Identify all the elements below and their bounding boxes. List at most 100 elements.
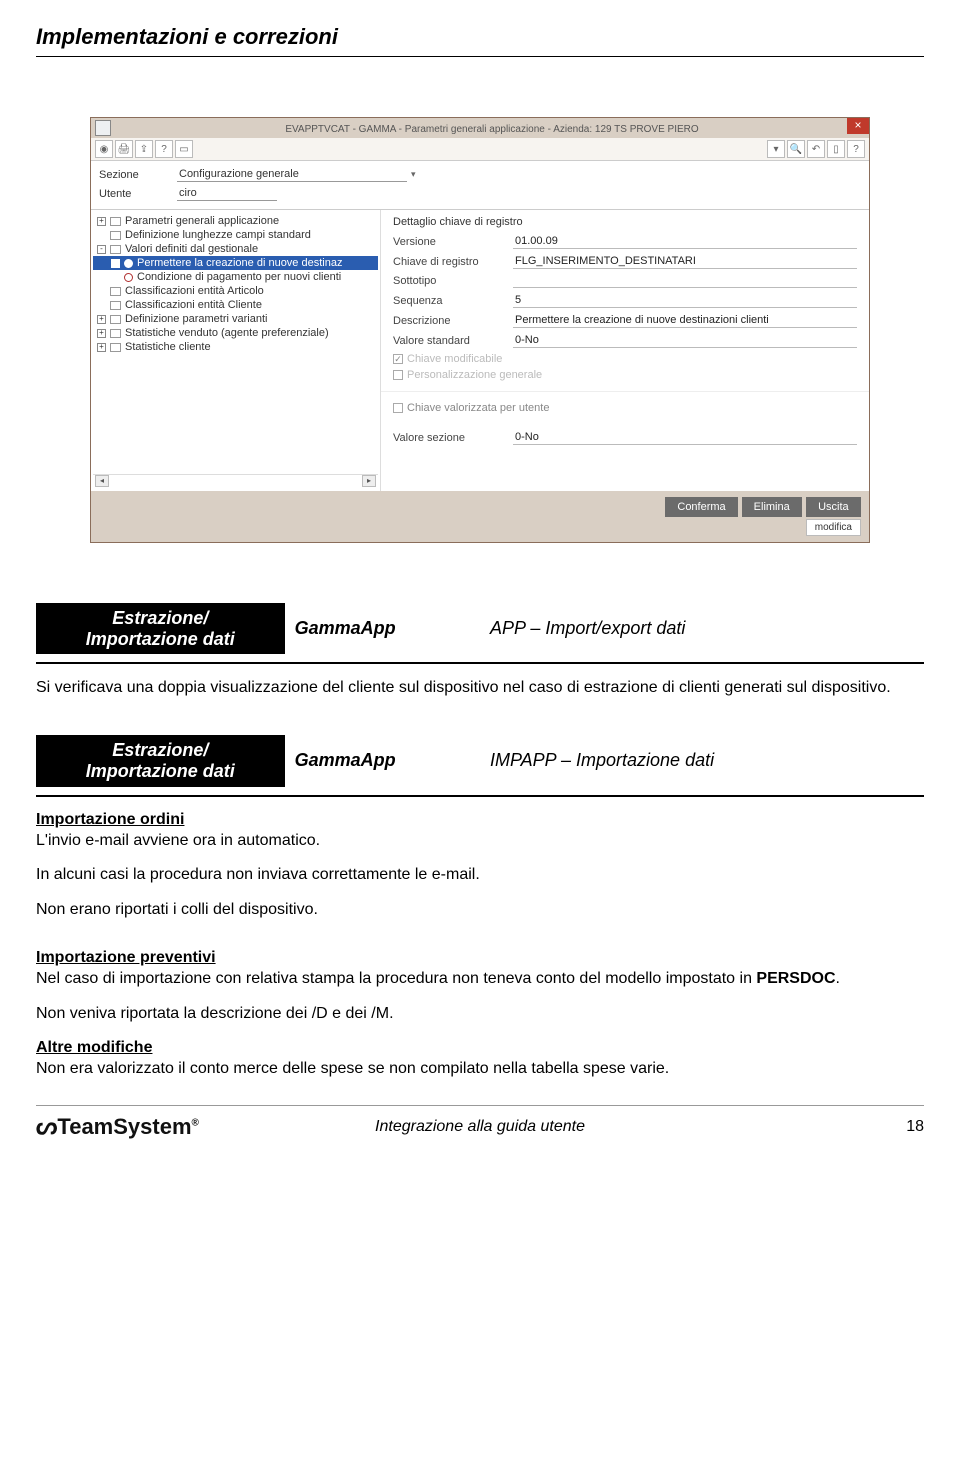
tree-item[interactable]: +Definizione parametri varianti (93, 312, 378, 326)
sub2-head: Importazione preventivi (36, 949, 924, 967)
undo-icon[interactable]: ↶ (807, 140, 825, 158)
footer-page-number: 18 (906, 1118, 924, 1136)
section1-col1: Estrazione/ Importazione dati (36, 603, 285, 654)
sub2-p2: Non veniva riportata la descrizione dei … (36, 1004, 924, 1025)
checkbox-icon (393, 354, 403, 364)
sottotipo-value (513, 274, 857, 288)
chiave-label: Chiave di registro (393, 256, 513, 268)
chiave-value: FLG_INSERIMENTO_DESTINATARI (513, 254, 857, 269)
chk-valorizzata[interactable]: Chiave valorizzata per utente (393, 402, 857, 414)
valore-std-label: Valore standard (393, 335, 513, 347)
sezione-label: Sezione (99, 169, 177, 181)
checkbox-icon (393, 370, 403, 380)
tree-item-label: Definizione lunghezze campi standard (125, 229, 311, 241)
page-footer: ᔕ TeamSystem® Integrazione alla guida ut… (36, 1105, 924, 1141)
help-icon[interactable]: ? (155, 140, 173, 158)
tree-item[interactable]: +Statistiche cliente (93, 340, 378, 354)
spacer-icon (111, 273, 120, 282)
close-icon[interactable] (847, 118, 869, 134)
expand-icon[interactable]: + (97, 329, 106, 338)
tree-item-label: Classificazioni entità Cliente (125, 299, 262, 311)
tree-item-label: Permettere la creazione di nuove destina… (137, 257, 342, 269)
window-titlebar: EVAPPTVCAT - GAMMA - Parametri generali … (91, 118, 869, 138)
section2-col1: Estrazione/ Importazione dati (36, 735, 285, 786)
valore-std-value: 0-No (513, 333, 857, 348)
folder-icon (110, 287, 121, 296)
conferma-button[interactable]: Conferma (665, 497, 737, 517)
section-heading-2: Estrazione/ Importazione dati GammaApp I… (36, 735, 924, 786)
print-icon[interactable]: 🖨 (115, 140, 133, 158)
tree-scrollbar[interactable]: ◂ ▸ (93, 474, 378, 487)
folder-icon (110, 245, 121, 254)
tree-item[interactable]: +Statistiche venduto (agente preferenzia… (93, 326, 378, 340)
help2-icon[interactable]: ? (847, 140, 865, 158)
sub3-head: Altre modifiche (36, 1039, 924, 1057)
sequenza-label: Sequenza (393, 295, 513, 307)
scroll-right-icon[interactable]: ▸ (362, 475, 376, 487)
section1-col3: APP – Import/export dati (480, 603, 924, 654)
section1-body: Si verificava una doppia visualizzazione… (36, 678, 924, 699)
sub1-head: Importazione ordini (36, 811, 924, 829)
expand-icon[interactable]: + (97, 217, 106, 226)
folder-icon (110, 301, 121, 310)
chk-personalizzazione: Personalizzazione generale (393, 369, 857, 381)
section1-col2: GammaApp (285, 603, 480, 654)
expand-icon[interactable]: + (97, 315, 106, 324)
expand-icon[interactable]: + (97, 343, 106, 352)
detail-heading: Dettaglio chiave di registro (393, 216, 857, 228)
tree-view: +Parametri generali applicazioneDefinizi… (91, 210, 381, 491)
sequenza-value: 5 (513, 293, 857, 308)
elimina-button[interactable]: Elimina (742, 497, 802, 517)
descrizione-label: Descrizione (393, 315, 513, 327)
dropdown-icon[interactable]: ▾ (767, 140, 785, 158)
camera-icon[interactable]: ◉ (95, 140, 113, 158)
sottotipo-label: Sottotipo (393, 275, 513, 287)
spacer-icon (97, 301, 106, 310)
folder-icon[interactable]: ▭ (175, 140, 193, 158)
app-icon (95, 120, 111, 136)
tree-item[interactable]: Permettere la creazione di nuove destina… (93, 256, 378, 270)
uscita-button[interactable]: Uscita (806, 497, 861, 517)
toolbar: ◉ 🖨 ⇪ ? ▭ ▾ 🔍 ↶ ▯ ? (91, 138, 869, 161)
spacer-icon (97, 287, 106, 296)
checkbox-icon[interactable] (393, 403, 403, 413)
sezione-field[interactable]: Configurazione generale (177, 167, 407, 182)
folder-icon (110, 231, 121, 240)
tree-item-label: Condizione di pagamento per nuovi client… (137, 271, 341, 283)
spacer-icon (97, 231, 106, 240)
sub1-p1: L'invio e-mail avviene ora in automatico… (36, 831, 924, 852)
page-header-title: Implementazioni e correzioni (36, 24, 924, 57)
utente-field[interactable]: ciro (177, 186, 277, 201)
versione-label: Versione (393, 236, 513, 248)
folder-icon (110, 217, 121, 226)
versione-value: 01.00.09 (513, 234, 857, 249)
search-icon[interactable]: 🔍 (787, 140, 805, 158)
scroll-left-icon[interactable]: ◂ (95, 475, 109, 487)
form-header: Sezione Configurazione generale ▾ Utente… (91, 161, 869, 210)
doc-icon[interactable]: ▯ (827, 140, 845, 158)
sub1-p2: In alcuni casi la procedura non inviava … (36, 865, 924, 886)
tree-item[interactable]: Classificazioni entità Cliente (93, 298, 378, 312)
tree-item[interactable]: Condizione di pagamento per nuovi client… (93, 270, 378, 284)
app-window: EVAPPTVCAT - GAMMA - Parametri generali … (90, 117, 870, 543)
valore-sez-value[interactable]: 0-No (513, 430, 857, 445)
folder-icon (110, 343, 121, 352)
chevron-down-icon[interactable]: ▾ (411, 169, 416, 180)
export-icon[interactable]: ⇪ (135, 140, 153, 158)
divider (36, 795, 924, 797)
footer-bar: Conferma Elimina Uscita modifica (91, 491, 869, 542)
tree-item[interactable]: Classificazioni entità Articolo (93, 284, 378, 298)
section-heading-1: Estrazione/ Importazione dati GammaApp A… (36, 603, 924, 654)
sub2-p1: Nel caso di importazione con relativa st… (36, 969, 924, 990)
collapse-icon[interactable]: - (97, 245, 106, 254)
sub1-p3: Non erano riportati i colli del disposit… (36, 900, 924, 921)
divider (36, 662, 924, 664)
tree-item[interactable]: -Valori definiti dal gestionale (93, 242, 378, 256)
section2-col2: GammaApp (285, 735, 480, 786)
descrizione-value: Permettere la creazione di nuove destina… (513, 313, 857, 328)
tree-item[interactable]: Definizione lunghezze campi standard (93, 228, 378, 242)
detail-pane: Dettaglio chiave di registro Versione01.… (381, 210, 869, 491)
modifica-button[interactable]: modifica (806, 519, 861, 536)
tree-item[interactable]: +Parametri generali applicazione (93, 214, 378, 228)
footer-center-text: Integrazione alla guida utente (36, 1118, 924, 1136)
